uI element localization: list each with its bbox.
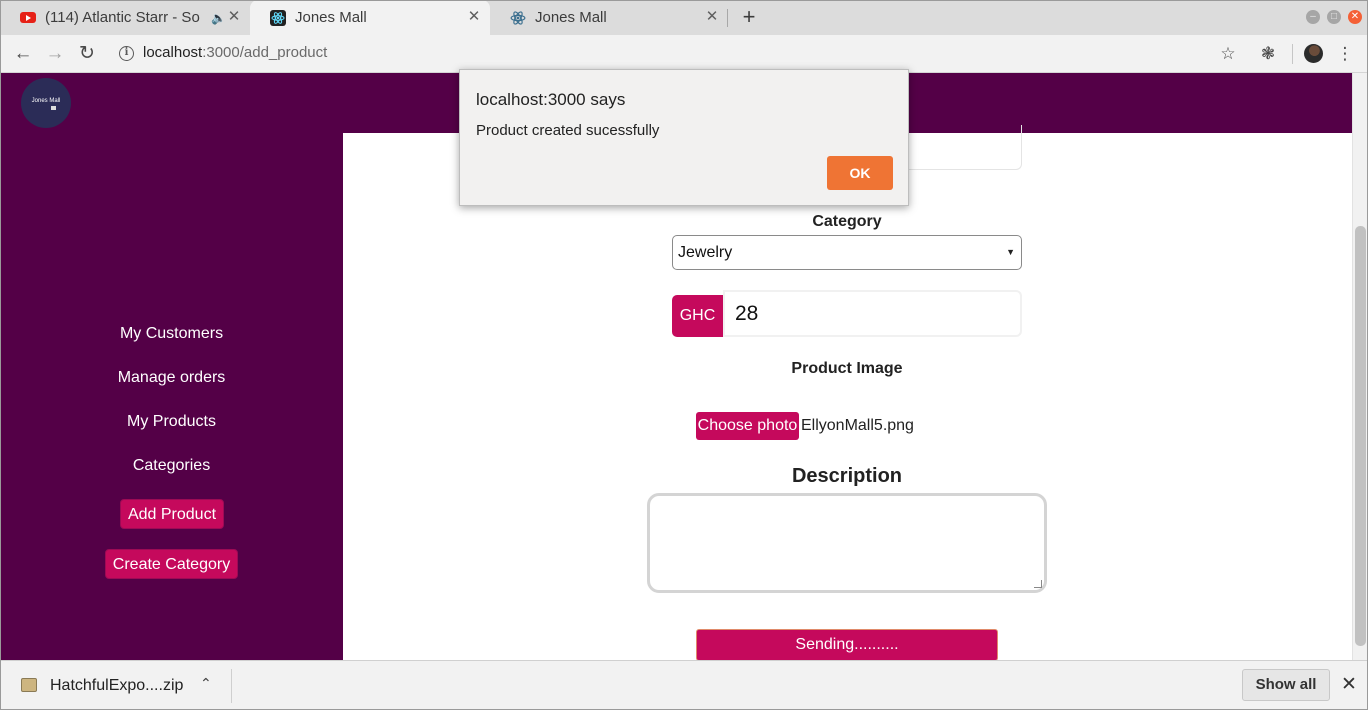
- forward-arrow-icon[interactable]: →: [43, 42, 67, 66]
- app-logo[interactable]: Jones Mall: [21, 78, 71, 128]
- alert-message: Product created sucessfully: [476, 122, 660, 139]
- close-window-icon[interactable]: ✕: [1348, 10, 1362, 24]
- url-host: localhost: [143, 44, 203, 61]
- tab-jones-mall[interactable]: Jones Mall ✕: [490, 0, 728, 35]
- minimize-window-icon[interactable]: –: [1306, 10, 1320, 24]
- tab-separator: [727, 9, 728, 27]
- submit-button[interactable]: Sending..........: [696, 629, 998, 660]
- download-bar: HatchfulExpo....zip ⌃ Show all ✕: [0, 660, 1368, 710]
- tab-title: (114) Atlantic Starr - So: [45, 9, 200, 26]
- choose-photo-button[interactable]: Choose photo: [696, 412, 799, 440]
- dropdown-arrow-icon: ▼: [1006, 247, 1015, 257]
- show-all-button[interactable]: Show all: [1242, 669, 1330, 701]
- youtube-icon: [20, 10, 36, 26]
- bookmark-star-icon[interactable]: ☆: [1217, 43, 1239, 65]
- create-category-button[interactable]: Create Category: [105, 549, 238, 579]
- site-info-icon[interactable]: i: [119, 46, 134, 61]
- sidebar-item-manage-orders[interactable]: Manage orders: [0, 369, 343, 387]
- alert-dialog: localhost:3000 says Product created suce…: [459, 69, 909, 206]
- url-path: :3000/add_product: [202, 44, 328, 61]
- zip-file-icon: [21, 678, 37, 692]
- add-product-button[interactable]: Add Product: [120, 499, 224, 529]
- alert-title: localhost:3000 says: [476, 90, 626, 109]
- close-tab-icon[interactable]: ✕: [704, 9, 720, 25]
- add-product-form: Category Jewelry ▼ GHC 28 Product Image …: [343, 125, 1352, 660]
- extension-icon[interactable]: ❃: [1257, 43, 1279, 65]
- product-image-label: Product Image: [791, 360, 903, 377]
- profile-avatar[interactable]: [1304, 44, 1323, 63]
- price-input-group: GHC 28: [672, 290, 1022, 337]
- speaker-icon[interactable]: 🔈: [211, 11, 226, 25]
- address-bar[interactable]: localhost:3000/add_product: [143, 44, 327, 61]
- reload-icon[interactable]: ↻: [75, 42, 99, 66]
- description-textarea[interactable]: [647, 493, 1047, 593]
- browser-toolbar: ← → ↻ i localhost:3000/add_product ☆ ❃ ⋮: [0, 35, 1368, 73]
- alert-ok-button[interactable]: OK: [827, 156, 893, 190]
- new-tab-button[interactable]: +: [738, 6, 760, 28]
- tab-youtube[interactable]: (114) Atlantic Starr - So 🔈 ✕: [0, 0, 250, 35]
- download-file-name[interactable]: HatchfulExpo....zip: [50, 677, 183, 695]
- sidebar-item-my-customers[interactable]: My Customers: [0, 325, 343, 343]
- divider: [231, 669, 232, 703]
- price-input[interactable]: 28: [723, 290, 1022, 337]
- menu-kebab-icon[interactable]: ⋮: [1334, 43, 1356, 65]
- maximize-window-icon[interactable]: □: [1327, 10, 1341, 24]
- page-scrollbar[interactable]: [1352, 73, 1368, 660]
- sidebar: My Customers Manage orders My Products C…: [0, 133, 343, 660]
- react-icon: [270, 9, 286, 26]
- scrollbar-thumb[interactable]: [1355, 226, 1366, 646]
- logo-text: Jones Mall: [31, 98, 61, 104]
- chevron-up-icon[interactable]: ⌃: [200, 675, 212, 692]
- close-icon[interactable]: ✕: [1340, 674, 1358, 696]
- back-arrow-icon[interactable]: ←: [11, 42, 35, 66]
- react-icon: [510, 10, 526, 26]
- divider: [1292, 44, 1293, 64]
- tab-strip: (114) Atlantic Starr - So 🔈 ✕ Jones Mall…: [0, 0, 1368, 35]
- category-label: Category: [812, 213, 882, 230]
- category-select[interactable]: Jewelry ▼: [672, 235, 1022, 270]
- category-selected-value: Jewelry: [678, 244, 733, 261]
- tab-jones-mall-active[interactable]: Jones Mall ✕: [250, 0, 490, 35]
- logo-mark: [51, 106, 56, 110]
- description-label: Description: [791, 465, 903, 487]
- selected-file-name: EllyonMall5.png: [801, 417, 914, 434]
- tab-title: Jones Mall: [535, 9, 607, 26]
- sidebar-item-categories[interactable]: Categories: [0, 457, 343, 475]
- close-tab-icon[interactable]: ✕: [226, 9, 242, 25]
- currency-badge: GHC: [672, 295, 723, 337]
- sidebar-item-my-products[interactable]: My Products: [0, 413, 343, 431]
- tab-title: Jones Mall: [295, 9, 367, 26]
- close-tab-icon[interactable]: ✕: [466, 9, 482, 25]
- resize-handle-icon[interactable]: [1034, 580, 1042, 588]
